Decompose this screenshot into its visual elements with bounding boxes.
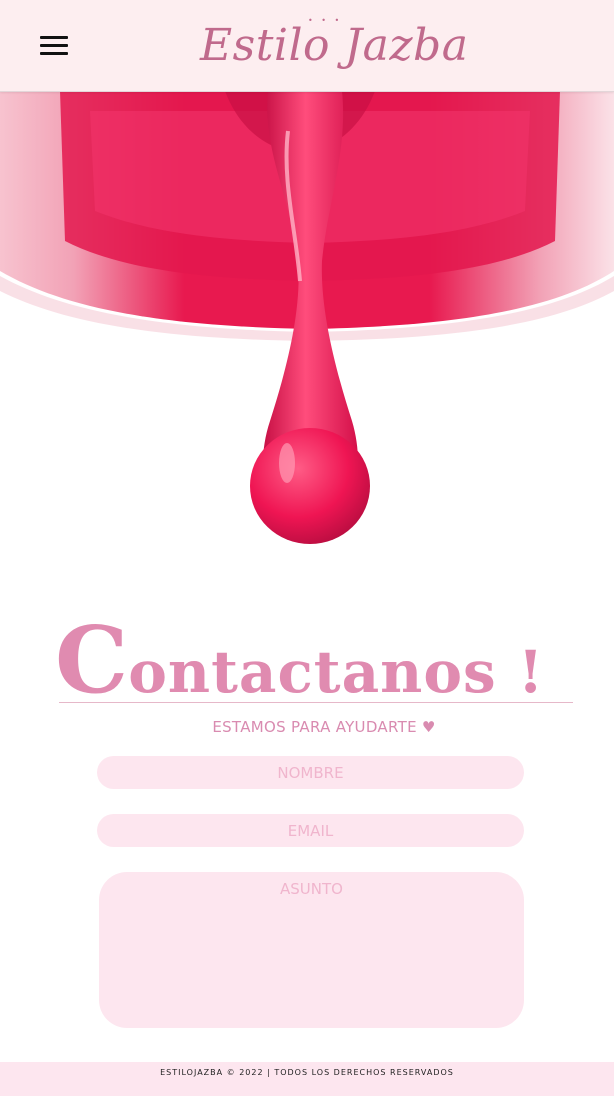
contact-title-rest: ontactanos ! bbox=[128, 638, 545, 706]
logo-text: Estilo Jazba bbox=[200, 20, 469, 71]
menu-bar bbox=[40, 52, 68, 55]
menu-bar bbox=[40, 44, 68, 47]
contact-title: Contactanos ! bbox=[55, 606, 595, 714]
contact-subtitle: ESTAMOS PARA AYUDARTE ♥ bbox=[212, 718, 436, 736]
site-footer: ESTILOJAZBA © 2022 | TODOS LOS DERECHOS … bbox=[0, 1062, 614, 1096]
contact-title-initial: C bbox=[55, 606, 129, 714]
site-header: • • • Estilo Jazba bbox=[0, 0, 614, 92]
nail-polish-drop-illustration bbox=[0, 91, 614, 544]
title-divider bbox=[59, 702, 573, 703]
hero-image bbox=[0, 91, 614, 561]
menu-bar bbox=[40, 36, 68, 39]
name-input[interactable] bbox=[97, 756, 524, 789]
hamburger-menu-icon[interactable] bbox=[40, 36, 68, 58]
site-logo[interactable]: • • • Estilo Jazba bbox=[200, 16, 469, 80]
footer-copyright: ESTILOJAZBA © 2022 | TODOS LOS DERECHOS … bbox=[160, 1068, 454, 1077]
email-input[interactable] bbox=[97, 814, 524, 847]
subject-textarea[interactable] bbox=[99, 872, 524, 1028]
